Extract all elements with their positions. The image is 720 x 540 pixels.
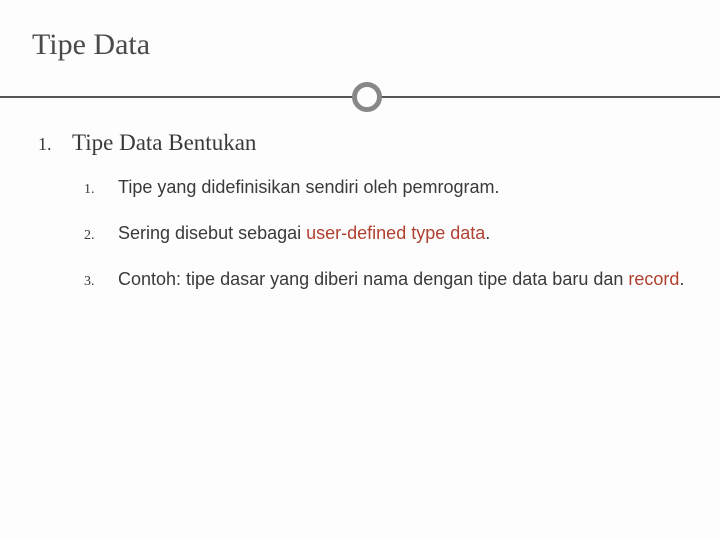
sub-marker: 1. <box>84 179 118 201</box>
main-heading: Tipe Data Bentukan <box>72 130 256 156</box>
content-area: 1. Tipe Data Bentukan 1. Tipe yang didef… <box>32 130 688 294</box>
sub-marker: 2. <box>84 225 118 247</box>
sub-text: Tipe yang didefinisikan sendiri oleh pem… <box>118 174 500 202</box>
ring-icon <box>352 82 382 112</box>
main-list-item: 1. Tipe Data Bentukan <box>38 130 688 156</box>
list-item: 2. Sering disebut sebagai user-defined t… <box>84 220 688 248</box>
sub-list: 1. Tipe yang didefinisikan sendiri oleh … <box>38 174 688 294</box>
sub-text: Sering disebut sebagai user-defined type… <box>118 220 490 248</box>
sub-marker: 3. <box>84 271 118 293</box>
divider <box>32 82 688 112</box>
slide-container: Tipe Data 1. Tipe Data Bentukan 1. Tipe … <box>0 0 720 540</box>
list-item: 3. Contoh: tipe dasar yang diberi nama d… <box>84 266 688 294</box>
list-item: 1. Tipe yang didefinisikan sendiri oleh … <box>84 174 688 202</box>
sub-text: Contoh: tipe dasar yang diberi nama deng… <box>118 266 684 294</box>
main-marker: 1. <box>38 134 72 155</box>
slide-title: Tipe Data <box>32 28 688 62</box>
